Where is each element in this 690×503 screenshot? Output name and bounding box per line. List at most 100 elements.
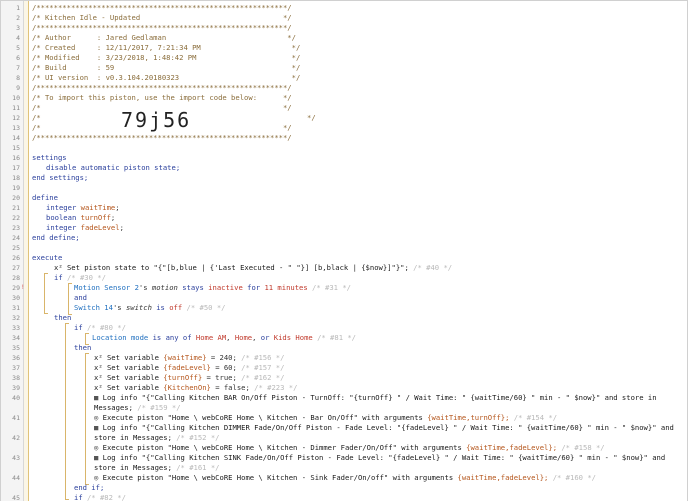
code-line: 42 store in Messages; /* #152 */ bbox=[1, 433, 687, 443]
line-number: 27 bbox=[12, 264, 20, 272]
token-s4-rest: = false; bbox=[215, 383, 250, 392]
token-l7: /* Build : 59 */ bbox=[32, 63, 301, 72]
punctuation: ; bbox=[119, 223, 124, 232]
line-number: 44 bbox=[12, 474, 20, 482]
token-s4-var: {KitchenOn} bbox=[163, 383, 211, 392]
code-line: 22 boolean turnOff; bbox=[1, 213, 687, 223]
line-number: 12 bbox=[12, 114, 20, 122]
token-ex1: Execute piston "Home \ webCoRE Home \ Ki… bbox=[102, 413, 423, 422]
token-v3-name: fadeLevel bbox=[80, 223, 120, 232]
token-c1-id: /* #31 */ bbox=[312, 283, 351, 292]
token-and: and bbox=[74, 293, 87, 302]
punctuation: , bbox=[252, 333, 257, 342]
token-s3-var: {turnOff} bbox=[163, 373, 203, 382]
code-text: and bbox=[74, 293, 87, 303]
token-c2-op: is bbox=[156, 303, 165, 312]
token-c2-attr: switch bbox=[125, 303, 152, 312]
line-number: 28 bbox=[12, 274, 20, 282]
code-line: 12/* 79j56 */ bbox=[1, 108, 687, 132]
token-end: end settings; bbox=[32, 173, 89, 182]
line-number: 10 bbox=[12, 94, 20, 102]
line-number: 45 bbox=[12, 494, 20, 502]
code-line: ◎ Execute piston "Home \ webCoRE Home \ … bbox=[1, 443, 687, 453]
token-c3-op: is any of bbox=[152, 333, 192, 342]
line-number: 32 bbox=[12, 314, 20, 322]
code-text: then bbox=[74, 343, 91, 353]
token-disable: disable automatic piston state; bbox=[46, 163, 181, 172]
token-s2-rest: = 60; bbox=[215, 363, 237, 372]
token-log1-id: /* #159 */ bbox=[137, 403, 181, 412]
code-line: 9 /**************************************… bbox=[1, 83, 687, 93]
token-log2b: store in Messages; bbox=[94, 433, 172, 442]
line-number: 9 bbox=[16, 84, 20, 92]
line-number: 20 bbox=[12, 194, 20, 202]
token-ex3-id: /* #160 */ bbox=[552, 473, 596, 482]
token-v2-name: turnOff bbox=[80, 213, 111, 222]
code-text: ◎ Execute piston "Home \ webCoRE Home \ … bbox=[94, 473, 596, 483]
code-text: define bbox=[32, 193, 58, 203]
token-s2-var: {fadeLevel} bbox=[163, 363, 211, 372]
code-line: 25 bbox=[1, 243, 687, 253]
token-c1-op: stays bbox=[182, 283, 204, 292]
token-c3-a: Location mode bbox=[92, 333, 149, 342]
code-text: then bbox=[54, 313, 71, 323]
token-v1-type: integer bbox=[46, 203, 77, 212]
code-line: 6 /* Modified : 3/23/2018, 1:48:42 PM */ bbox=[1, 53, 687, 63]
code-text: /* Build : 59 */ bbox=[32, 63, 300, 73]
token-if2-id: /* #80 */ bbox=[86, 323, 126, 332]
token-ex1-id: /* #154 */ bbox=[513, 413, 558, 422]
token-c1-attr: motion bbox=[151, 283, 178, 292]
code-text: if /* #30 */ bbox=[54, 273, 106, 283]
code-line: 24 end define; bbox=[1, 233, 687, 243]
code-line: 3 /**************************************… bbox=[1, 23, 687, 33]
line-number: 2 bbox=[16, 14, 20, 22]
token-endif: end if; bbox=[74, 483, 105, 492]
code-line: 28 if /* #30 */ bbox=[1, 273, 687, 283]
token-log2a: Log info "{"Calling Kitchen DIMMER Fade/… bbox=[102, 423, 674, 432]
token-c1-mid: 's bbox=[138, 283, 148, 292]
line-number: 4 bbox=[16, 34, 20, 42]
token-ex3: Execute piston "Home \ webCoRE Home \ Ki… bbox=[102, 473, 454, 482]
line-number: 39 bbox=[12, 384, 20, 392]
code-text: Location mode is any of Home AM, Home, o… bbox=[92, 333, 356, 343]
line-number: 23 bbox=[12, 224, 20, 232]
code-text: ■ Log info "{"Calling Kitchen SINK Fade/… bbox=[94, 453, 665, 463]
token-l4: /* Author : Jared Gedlaman */ bbox=[32, 33, 296, 42]
code-line: ■ Log info "{"Calling Kitchen DIMMER Fad… bbox=[1, 423, 687, 433]
code-text: x² Set variable {KitchenOn} = false; /* … bbox=[94, 383, 297, 393]
code-text: boolean turnOff; bbox=[46, 213, 115, 223]
line-number: 14 bbox=[12, 134, 20, 142]
code-text: store in Messages; /* #161 */ bbox=[94, 463, 220, 473]
token-kw: execute bbox=[32, 253, 63, 262]
code-line: 38 x² Set variable {turnOff} = true; /* #… bbox=[1, 373, 687, 383]
code-text: /* bbox=[32, 113, 41, 123]
log-icon: ■ bbox=[94, 423, 103, 432]
token-if2: if bbox=[74, 323, 83, 332]
token-if3: if bbox=[74, 493, 83, 502]
token-l2: /* Kitchen Idle - Updated */ bbox=[32, 13, 292, 22]
token-l12a: /* bbox=[32, 113, 41, 122]
token-l6: /* Modified : 3/23/2018, 1:48:42 PM */ bbox=[32, 53, 301, 62]
token-l3: /***************************************… bbox=[32, 23, 292, 32]
token-ex3-args: {waitTime,fadeLevel}; bbox=[457, 473, 549, 482]
code-line: 45 if /* #82 */ bbox=[1, 493, 687, 503]
code-line: 31 Switch 14's switch is off /* #50 */ bbox=[1, 303, 687, 313]
token-l9: /***************************************… bbox=[32, 83, 292, 92]
token-c3-id: /* #81 */ bbox=[317, 333, 357, 342]
line-number: 43 bbox=[12, 454, 20, 462]
token-s3-id: /* #162 */ bbox=[241, 373, 285, 382]
token-s2: x² Set variable bbox=[94, 363, 159, 372]
line-number: 37 bbox=[12, 364, 20, 372]
code-line: 34 Location mode is any of Home AM, Home,… bbox=[1, 333, 687, 343]
code-line: 30 and bbox=[1, 293, 687, 303]
code-line: 5 /* Created : 12/11/2017, 7:21:34 PM */ bbox=[1, 43, 687, 53]
token-kw: settings bbox=[32, 153, 67, 162]
token-l1: /***************************************… bbox=[32, 3, 292, 12]
line-number: 15 bbox=[12, 144, 20, 152]
code-line: 15 bbox=[1, 143, 687, 153]
code-text: /* To import this piston, use the import… bbox=[32, 93, 292, 103]
line-number: 40 bbox=[12, 394, 20, 402]
code-line: 11/* */ bbox=[1, 103, 687, 113]
code-text: /***************************************… bbox=[32, 3, 292, 13]
punctuation: , bbox=[226, 333, 231, 342]
